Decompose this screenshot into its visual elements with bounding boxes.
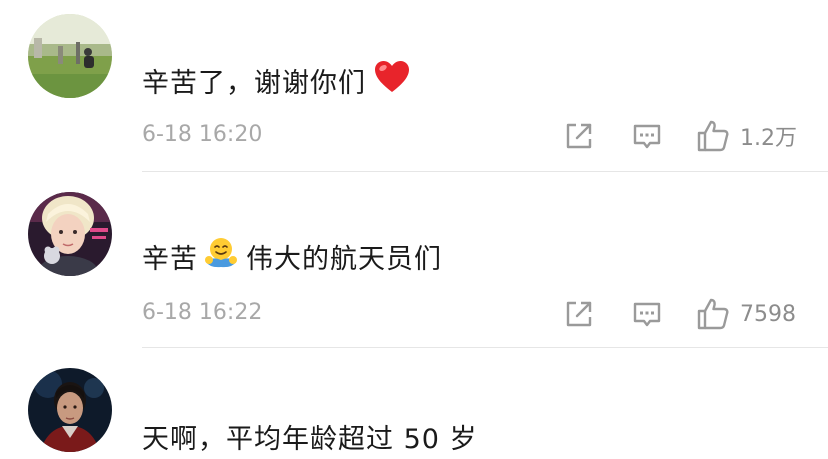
thumbs-up-icon xyxy=(697,298,729,330)
comment-text: 辛苦 伟大的航天员们 xyxy=(142,236,442,276)
comment-time: 6-18 16:22 xyxy=(142,300,263,325)
share-button[interactable] xyxy=(564,296,594,332)
share-icon xyxy=(566,123,592,149)
comment-text: 辛苦了，谢谢你们 xyxy=(142,60,410,100)
comment-item: 辛苦了，谢谢你们 6-18 16:20 1.2万 xyxy=(0,0,828,172)
like-count: 1.2万 xyxy=(740,126,797,151)
comment-item: 天啊，平均年龄超过 50 岁 xyxy=(0,348,828,459)
hug-emoji-icon xyxy=(202,236,240,277)
comment-text-label: 天啊，平均年龄超过 50 岁 xyxy=(142,423,478,455)
heart-icon xyxy=(374,60,410,101)
comment-text: 天啊，平均年龄超过 50 岁 xyxy=(142,416,478,456)
share-button[interactable] xyxy=(564,118,594,154)
comment-text-before: 辛苦 xyxy=(142,243,198,275)
comment-item: 辛苦 伟大的航天员们 6-18 16:22 7598 xyxy=(0,172,828,348)
like-button[interactable]: 1.2万 xyxy=(696,118,797,154)
like-count: 7598 xyxy=(740,301,796,327)
like-button[interactable]: 7598 xyxy=(696,296,796,332)
avatar[interactable] xyxy=(28,14,112,98)
thumbs-up-icon xyxy=(697,120,729,152)
comment-text-after: 伟大的航天员们 xyxy=(246,243,442,275)
comment-icon xyxy=(633,124,661,149)
avatar[interactable] xyxy=(28,192,112,276)
comment-time: 6-18 16:20 xyxy=(142,122,263,147)
comment-text-label: 辛苦了，谢谢你们 xyxy=(142,67,366,99)
share-icon xyxy=(566,301,592,327)
avatar[interactable] xyxy=(28,368,112,452)
comment-icon xyxy=(633,302,661,327)
comment-feed: 辛苦了，谢谢你们 6-18 16:20 1.2万 辛苦 伟大的航天员们 6-18… xyxy=(0,0,828,459)
reply-button[interactable] xyxy=(632,118,662,154)
reply-button[interactable] xyxy=(632,296,662,332)
